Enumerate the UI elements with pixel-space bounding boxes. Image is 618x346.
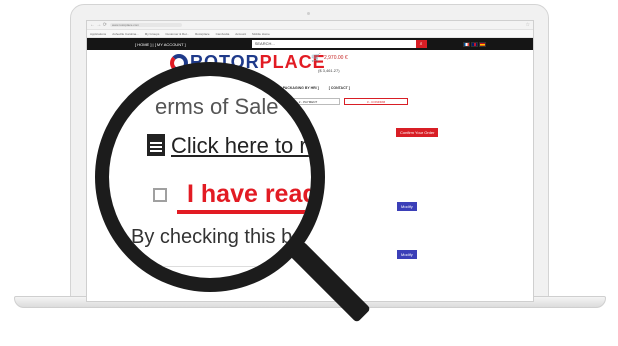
divider bbox=[109, 266, 311, 267]
modify-button[interactable]: Modify bbox=[397, 202, 417, 211]
french-flag-icon[interactable] bbox=[462, 41, 470, 47]
menu-item-contact[interactable]: [ CONTACT ] bbox=[329, 86, 350, 90]
bookmark-item[interactable]: Mobile Home bbox=[252, 32, 270, 36]
modify-button[interactable]: Modify bbox=[397, 250, 417, 259]
document-icon bbox=[147, 134, 165, 156]
address-bar[interactable]: www.rotorplace.com bbox=[109, 23, 182, 27]
cart-summary[interactable]: 🛒 2,970.00 € bbox=[311, 53, 348, 62]
bookmark-item[interactable]: Applications bbox=[90, 32, 106, 36]
cart-usd-amount: ($ 3,461.27) bbox=[318, 68, 340, 73]
confirm-order-button[interactable]: Confirm Your Order bbox=[396, 128, 439, 137]
bookmark-item[interactable]: Rotorplace bbox=[195, 32, 210, 36]
search-icon[interactable]: ⌕ bbox=[415, 40, 427, 48]
bookmark-item[interactable]: Asheville Carolina... bbox=[112, 32, 139, 36]
search-input[interactable]: SEARCH... bbox=[251, 40, 416, 48]
language-flags bbox=[462, 41, 486, 47]
camera-icon bbox=[307, 12, 310, 15]
bookmark-item[interactable]: My Groups bbox=[145, 32, 160, 36]
home-account-links[interactable]: [ HOME ] | [ MY ACCOUNT ] bbox=[135, 42, 186, 47]
bookmark-item[interactable]: Customer & Rel... bbox=[165, 32, 189, 36]
bookmarks-bar: Applications Asheville Carolina... My Gr… bbox=[87, 30, 533, 38]
red-underline bbox=[177, 210, 311, 214]
step-confirm[interactable]: 3 - CONFIRM bbox=[344, 98, 408, 105]
bookmark-item[interactable]: Account bbox=[235, 32, 246, 36]
have-read-label: I have read bbox=[187, 180, 318, 208]
uk-flag-icon[interactable] bbox=[470, 41, 478, 47]
bookmark-item[interactable]: Cambodia bbox=[216, 32, 230, 36]
site-topbar: [ HOME ] | [ MY ACCOUNT ] SEARCH... ⌕ bbox=[87, 38, 533, 50]
cart-amount: 2,970.00 € bbox=[323, 54, 348, 61]
spanish-flag-icon[interactable] bbox=[478, 41, 486, 47]
checking-text: By checking this box, y bbox=[131, 226, 325, 248]
terms-checkbox[interactable] bbox=[153, 188, 167, 202]
cart-icon: 🛒 bbox=[311, 53, 321, 62]
browser-toolbar: ← → ⟳ www.rotorplace.com ☆ bbox=[87, 21, 533, 30]
terms-of-sale-title: erms of Sale bbox=[155, 94, 279, 119]
star-icon[interactable]: ☆ bbox=[526, 22, 530, 28]
nav-arrows-icon[interactable]: ← → ⟳ bbox=[90, 22, 107, 28]
terms-link[interactable]: Click here to rea bbox=[171, 133, 311, 159]
